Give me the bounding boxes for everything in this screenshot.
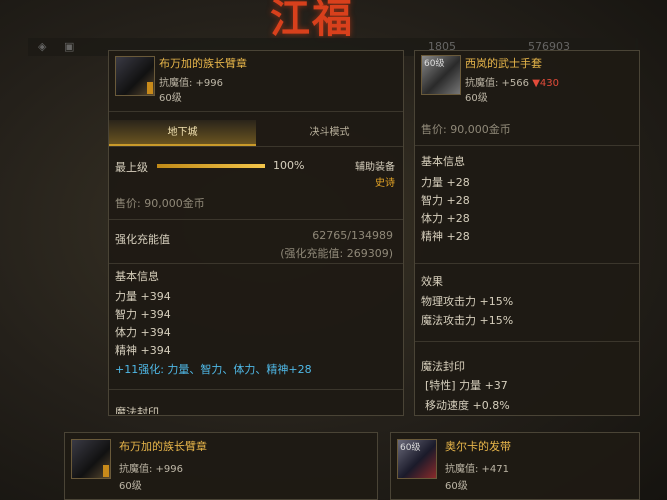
progress-fill [157, 164, 265, 168]
reinforce-progress-bar [157, 164, 265, 168]
effect-magic: 魔法攻击力 +15% [421, 314, 514, 327]
tab-dungeon[interactable]: 地下城 [109, 120, 256, 146]
max-level-label: 最上级 [115, 161, 148, 174]
progress-percent: 100% [273, 159, 305, 172]
right-stat-int: 智力 +28 [421, 194, 470, 207]
bottom-right-tooltip: 60级 奥尔卡的发带 抗魔值: +471 60级 [390, 432, 640, 500]
basic-info-header: 基本信息 [115, 270, 159, 283]
right-item-name: 西岚的武士手套 [465, 57, 542, 70]
seal-attribute: [特性] 力量 +37 [425, 379, 508, 392]
headband-item-icon: 60级 [397, 439, 437, 479]
armband-item-icon [115, 56, 155, 96]
mode-tabs: 地下城 决斗模式 [109, 120, 403, 147]
right-item-resist: 抗魔值: +566 ▼430 [465, 74, 559, 89]
reinforce-sub: (强化充能值: 269309) [280, 247, 393, 260]
icon-level: 60级 [400, 443, 421, 453]
stat-str: 力量 +394 [115, 290, 171, 303]
left-item-tooltip: 布万加的族长臂章 抗魔值: +996 60级 地下城 决斗模式 最上级 100%… [108, 50, 404, 416]
seal-move-speed: 移动速度 +0.8% [425, 399, 510, 412]
right-stat-spi: 精神 +28 [421, 230, 470, 243]
divider [415, 145, 639, 146]
seal-header-cut: 魔法封印 [115, 406, 159, 414]
rarity-mark-icon [147, 82, 153, 94]
right-item-level: 60级 [465, 93, 488, 104]
bottom-right-resist: 抗魔值: +471 [445, 464, 510, 475]
reinforce-label: 强化充能值 [115, 233, 170, 246]
icon-level: 60级 [424, 59, 445, 69]
divider [415, 263, 639, 264]
effect-physical: 物理攻击力 +15% [421, 295, 514, 308]
right-item-tooltip: 60级 西岚的武士手套 抗魔值: +566 ▼430 60级 售价: 90,00… [414, 50, 640, 416]
bottom-right-name: 奥尔卡的发带 [445, 440, 511, 453]
left-item-name: 布万加的族长臂章 [159, 57, 247, 70]
left-item-level: 60级 [159, 93, 182, 104]
gloves-item-icon: 60级 [421, 55, 461, 95]
rarity-label: 史诗 [375, 178, 395, 189]
bottom-left-level: 60级 [119, 481, 142, 492]
armband-item-icon [71, 439, 111, 479]
left-price: 售价: 90,000金币 [115, 197, 205, 210]
effect-header: 效果 [421, 275, 443, 288]
reinforce-bonus: +11强化: 力量、智力、体力、精神+28 [115, 363, 312, 376]
right-stat-vit: 体力 +28 [421, 212, 470, 225]
stat-spi: 精神 +394 [115, 344, 171, 357]
window-icon: ▣ [64, 40, 75, 53]
rarity-mark-icon [103, 465, 109, 477]
left-item-resist: 抗魔值: +996 [159, 78, 224, 89]
aux-equipment-label: 辅助装备 [355, 162, 395, 173]
right-stat-str: 力量 +28 [421, 176, 470, 189]
resist-drop: ▼430 [532, 78, 559, 89]
bottom-left-name: 布万加的族长臂章 [119, 440, 207, 453]
divider [109, 389, 403, 390]
bottom-left-resist: 抗魔值: +996 [119, 464, 184, 475]
right-basic-info: 基本信息 [421, 155, 465, 168]
reinforce-value: 62765/134989 [312, 229, 393, 242]
bottom-right-level: 60级 [445, 481, 468, 492]
stat-int: 智力 +394 [115, 308, 171, 321]
bottom-left-tooltip: 布万加的族长臂章 抗魔值: +996 60级 [64, 432, 378, 500]
resist-value: 抗魔值: +566 [465, 78, 530, 89]
right-price: 售价: 90,000金币 [421, 123, 511, 136]
divider [109, 219, 403, 220]
stat-vit: 体力 +394 [115, 326, 171, 339]
diamond-icon: ◈ [38, 40, 47, 53]
seal-header: 魔法封印 [421, 360, 465, 373]
divider [415, 341, 639, 342]
divider [109, 263, 403, 264]
tab-duel[interactable]: 决斗模式 [256, 120, 403, 146]
left-item-header: 布万加的族长臂章 抗魔值: +996 60级 [109, 51, 403, 112]
right-item-header: 60级 西岚的武士手套 抗魔值: +566 ▼430 60级 [415, 51, 639, 111]
